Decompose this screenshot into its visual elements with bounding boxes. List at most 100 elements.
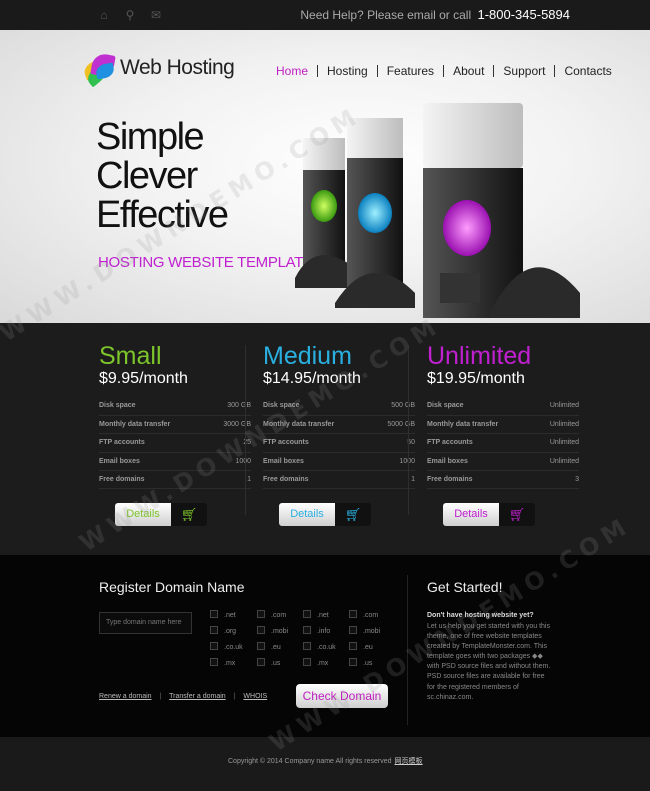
checkbox[interactable]: [349, 610, 357, 618]
checkbox[interactable]: [257, 658, 265, 666]
tld-option[interactable]: .net: [210, 610, 236, 619]
table-row: Disk space 300 GB: [99, 397, 251, 416]
plan-price: $9.95/month: [99, 370, 188, 387]
plan-name: Small: [99, 342, 162, 370]
table-row: FTP accounts Unlimited: [427, 433, 579, 453]
tld-option[interactable]: .eu: [349, 642, 373, 651]
domain-section: Register Domain Name Type domain name he…: [0, 555, 650, 737]
plan-features: Disk space 500 GB Monthly data transfer 50…: [263, 397, 415, 490]
plan-price: $19.95/month: [427, 370, 525, 387]
divider: [408, 345, 409, 515]
tld-option[interactable]: .us: [349, 658, 372, 667]
copyright: Copyright © 2014 Company name All rights…: [228, 756, 423, 766]
plan-small: Small $9.95/month Disk space 300 GB Month…: [99, 342, 251, 526]
plan-medium: Medium $14.95/month Disk space 500 GB Mon…: [263, 342, 415, 526]
tld-option[interactable]: .co.uk: [303, 642, 336, 651]
nav-support[interactable]: Support: [493, 65, 554, 77]
checkbox[interactable]: [210, 658, 218, 666]
tld-option[interactable]: .com: [349, 610, 378, 619]
divider: [245, 345, 246, 515]
plan-buttons: Details 🛒︎: [443, 503, 535, 526]
transfer-link[interactable]: Transfer a domain: [169, 693, 226, 700]
tld-option[interactable]: .net: [303, 610, 329, 619]
tld-option[interactable]: .com: [257, 610, 286, 619]
tld-option[interactable]: .info: [303, 626, 330, 635]
table-row: Free domains 3: [427, 470, 579, 490]
plan-features: Disk space 300 GB Monthly data transfer 30…: [99, 397, 251, 490]
get-started-title: Get Started!: [427, 579, 503, 595]
tld-option[interactable]: .us: [257, 658, 280, 667]
whois-link[interactable]: WHOIS: [243, 693, 267, 700]
details-button[interactable]: Details: [115, 503, 171, 526]
plan-name: Unlimited: [427, 342, 532, 370]
table-row: FTP accounts 50: [263, 433, 415, 453]
tld-option[interactable]: .mobi: [257, 626, 288, 635]
checkbox[interactable]: [210, 610, 218, 618]
domain-links: Renew a domain | Transfer a domain | WHO…: [99, 693, 267, 700]
divider: [407, 575, 408, 725]
checkbox[interactable]: [303, 610, 311, 618]
plan-name: Medium: [263, 342, 352, 370]
mail-icon[interactable]: ✉: [149, 8, 163, 22]
checkbox[interactable]: [257, 642, 265, 650]
cart-icon[interactable]: 🛒︎: [335, 503, 371, 526]
table-row: Disk space Unlimited: [427, 397, 579, 416]
table-row: Disk space 500 GB: [263, 397, 415, 416]
logo-text: Web Hosting: [120, 56, 235, 79]
server-purple: [423, 103, 580, 318]
nav-hosting[interactable]: Hosting: [317, 65, 377, 77]
checkbox[interactable]: [303, 642, 311, 650]
table-row: FTP accounts 25: [99, 433, 251, 453]
checkbox[interactable]: [303, 658, 311, 666]
nav-about[interactable]: About: [443, 65, 493, 77]
hero-subtitle: HOSTING WEBSITE TEMPLATE: [98, 254, 313, 271]
check-domain-button[interactable]: Check Domain: [296, 684, 388, 708]
hero-line: Simple: [96, 116, 205, 158]
separator: |: [233, 693, 236, 700]
cart-icon[interactable]: 🛒︎: [499, 503, 535, 526]
table-row: Free domains 1: [263, 470, 415, 490]
table-row: Monthly data transfer 5000 GB: [263, 415, 415, 435]
table-row: Email boxes Unlimited: [427, 452, 579, 472]
checkbox[interactable]: [257, 610, 265, 618]
details-button[interactable]: Details: [279, 503, 335, 526]
phone-number: 1-800-345-5894: [477, 7, 570, 22]
checkbox[interactable]: [210, 626, 218, 634]
tld-option[interactable]: .mx: [303, 658, 328, 667]
tld-option[interactable]: .org: [210, 626, 236, 635]
tld-option[interactable]: .eu: [257, 642, 281, 651]
sitemap-icon[interactable]: ⚲: [123, 8, 137, 22]
help-text: Need Help? Please email or call 1-800-34…: [300, 7, 570, 22]
get-started-text: Let us help you get started with you thi…: [427, 623, 551, 701]
home-icon[interactable]: ⌂: [97, 8, 111, 22]
logo[interactable]: Web Hosting: [81, 48, 235, 88]
copyright-text: Copyright © 2014 Company name All rights…: [228, 758, 392, 765]
checkbox[interactable]: [210, 642, 218, 650]
details-button[interactable]: Details: [443, 503, 499, 526]
servers-illustration: [295, 103, 580, 318]
nav-features[interactable]: Features: [376, 65, 443, 77]
footer-link[interactable]: 网页模板: [395, 758, 423, 765]
domain-input[interactable]: Type domain name here: [99, 612, 192, 634]
checkbox[interactable]: [303, 626, 311, 634]
logo-icon: [81, 48, 116, 88]
main-nav: Home Hosting Features About Support Cont…: [272, 65, 621, 77]
plan-buttons: Details 🛒︎: [115, 503, 207, 526]
checkbox[interactable]: [349, 626, 357, 634]
hero-line: Effective: [96, 194, 229, 236]
table-row: Email boxes1000: [263, 452, 415, 472]
nav-home[interactable]: Home: [272, 65, 317, 77]
top-bar: ⌂ ⚲ ✉ Need Help? Please email or call 1-…: [0, 0, 650, 30]
checkbox[interactable]: [349, 658, 357, 666]
table-row: Free domains 1: [99, 470, 251, 490]
nav-contacts[interactable]: Contacts: [554, 65, 620, 77]
server-blue: [335, 118, 415, 308]
tld-option[interactable]: .mobi: [349, 626, 380, 635]
checkbox[interactable]: [349, 642, 357, 650]
top-icons: ⌂ ⚲ ✉: [97, 8, 163, 22]
cart-icon[interactable]: 🛒︎: [171, 503, 207, 526]
tld-option[interactable]: .co.uk: [210, 642, 243, 651]
checkbox[interactable]: [257, 626, 265, 634]
renew-link[interactable]: Renew a domain: [99, 693, 152, 700]
tld-option[interactable]: .mx: [210, 658, 235, 667]
